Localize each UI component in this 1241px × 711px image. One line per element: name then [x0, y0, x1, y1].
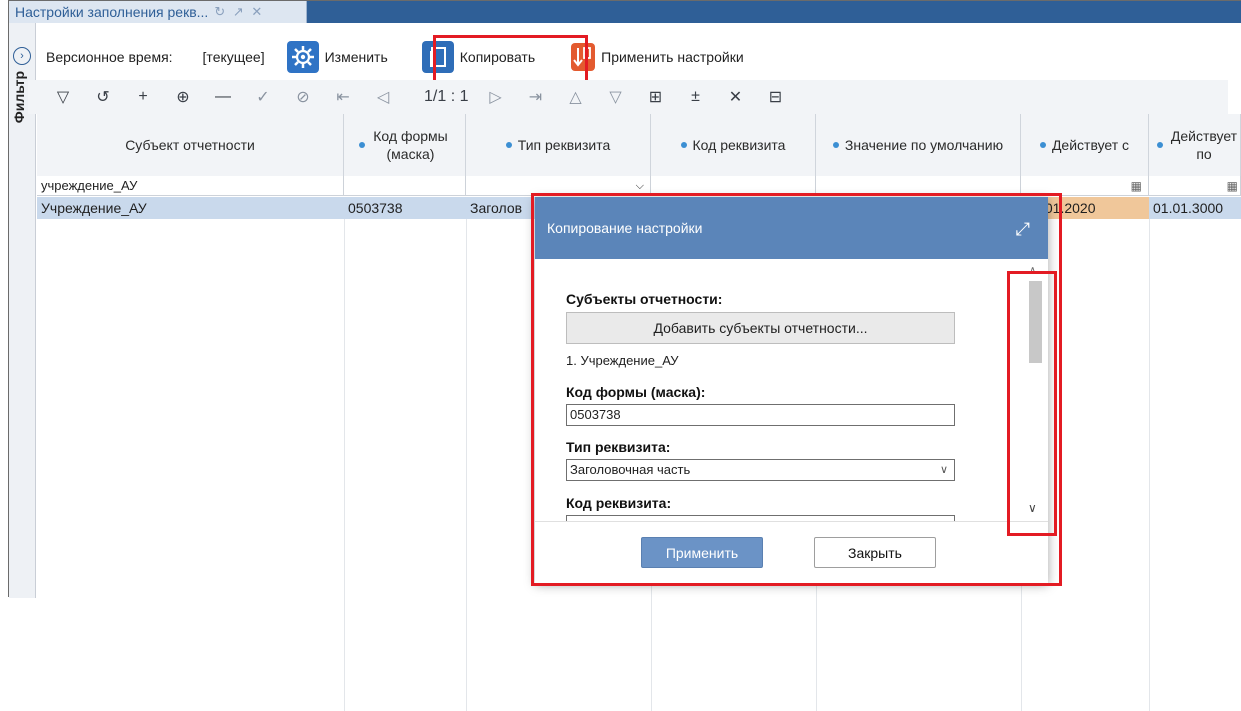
tab-bar: Настройки заполнения рекв... ↻ ↗ ✕: [9, 1, 1241, 23]
filter-default-input[interactable]: [816, 176, 1021, 196]
column-title: Действует по: [1170, 128, 1238, 162]
version-time-value[interactable]: [текущее]: [203, 49, 265, 65]
gear-icon: [286, 41, 319, 73]
column-title: Значение по умолчанию: [844, 137, 1004, 153]
pager-text: 1/1 : 1: [424, 88, 469, 105]
dialog-body: Субъекты отчетности: Добавить субъекты о…: [535, 259, 1048, 521]
cell-to: 01.01.3000: [1153, 200, 1224, 216]
apply-button[interactable]: Применить: [641, 537, 763, 568]
dialog-title: Копирование настройки: [547, 220, 703, 236]
scrollbar-highlight-box: [1007, 271, 1057, 536]
required-dot-icon: [832, 142, 839, 148]
column-header-type[interactable]: Тип реквизита: [466, 114, 651, 176]
form-code-label: Код формы (маска):: [566, 384, 706, 400]
column-title: Субъект отчетности: [125, 137, 255, 153]
remove-icon[interactable]: —: [210, 88, 236, 106]
column-divider: [1149, 219, 1150, 711]
main-toolbar: Версионное время: [текущее] Изменить Коп…: [28, 38, 1228, 76]
column-header-subject[interactable]: Субъект отчетности: [37, 114, 344, 176]
subjects-label: Субъекты отчетности:: [566, 291, 723, 307]
refresh-icon[interactable]: ↺: [90, 87, 116, 107]
apply-settings-button[interactable]: Применить настройки: [571, 43, 744, 71]
cell-from: .01.2020: [1037, 197, 1149, 219]
tab-actions-icon[interactable]: ↻ ↗ ✕: [214, 4, 264, 20]
filter-from-date[interactable]: ▦: [1021, 176, 1149, 196]
calendar-icon[interactable]: ▦: [1131, 176, 1142, 196]
cell-form-code: 0503738: [348, 200, 403, 216]
move-down-icon[interactable]: ▽: [602, 87, 628, 107]
required-dot-icon: [680, 142, 687, 148]
column-divider: [344, 219, 345, 711]
filter-icon[interactable]: ▽: [50, 87, 76, 107]
form-code-field[interactable]: 0503738: [566, 404, 955, 426]
column-title: Код формы (маска): [373, 128, 448, 162]
column-header-to[interactable]: Действует по: [1149, 114, 1241, 176]
filter-row: учреждение_АУ ⌵ ▦ ▦: [37, 176, 1241, 196]
close-button[interactable]: Закрыть: [814, 537, 936, 568]
filter-label[interactable]: Фильтр: [11, 71, 27, 123]
chevron-down-icon: ⌵: [635, 180, 644, 192]
required-dot-icon: [1039, 142, 1046, 148]
column-title: Тип реквизита: [517, 137, 611, 153]
column-divider: [466, 219, 467, 711]
column-header-form-code[interactable]: Код формы (маска): [344, 114, 466, 176]
prev-page-icon[interactable]: ◁: [370, 87, 396, 107]
version-time-label: Версионное время:: [46, 49, 173, 65]
add-subjects-button[interactable]: Добавить субъекты отчетности...: [566, 312, 955, 344]
filter-type-select[interactable]: ⌵: [466, 176, 651, 196]
filter-code-input[interactable]: [651, 176, 816, 196]
dialog-header: Копирование настройки ⤢: [535, 197, 1048, 259]
columns-icon[interactable]: ±: [682, 88, 708, 106]
apply-settings-label: Применить настройки: [601, 49, 744, 65]
dialog-footer: Применить Закрыть: [535, 521, 1048, 583]
move-up-icon[interactable]: △: [562, 87, 588, 107]
filter-form-code-input[interactable]: [344, 176, 466, 196]
export-icon[interactable]: ⊟: [762, 87, 788, 107]
required-dot-icon: [505, 142, 512, 148]
filter-subject-input[interactable]: учреждение_АУ: [37, 176, 344, 196]
column-title: Действует с: [1051, 137, 1130, 153]
subject-list-item: 1. Учреждение_АУ: [566, 353, 679, 368]
cancel-icon[interactable]: ⊘: [290, 87, 316, 107]
type-select-value: Заголовочная часть: [570, 462, 691, 477]
required-dot-icon: [358, 142, 365, 148]
edit-label: Изменить: [324, 49, 388, 65]
copy-settings-dialog: Копирование настройки ⤢ Субъекты отчетно…: [535, 197, 1048, 583]
column-header-default[interactable]: Значение по умолчанию: [816, 114, 1021, 176]
grid-view-icon[interactable]: ⊞: [642, 87, 668, 107]
chevron-down-icon: ∨: [939, 464, 948, 476]
column-header-code[interactable]: Код реквизита: [651, 114, 816, 176]
calendar-icon[interactable]: ▦: [1227, 176, 1238, 196]
edit-row-icon[interactable]: ⊕: [170, 87, 196, 107]
column-header-from[interactable]: Действует с: [1021, 114, 1149, 176]
edit-button[interactable]: Изменить: [286, 41, 388, 73]
type-select[interactable]: Заголовочная часть ∨: [566, 459, 955, 481]
last-page-icon[interactable]: ⇥: [522, 87, 548, 107]
add-icon[interactable]: +: [130, 88, 156, 106]
cell-subject: Учреждение_АУ: [41, 200, 147, 216]
column-title: Код реквизита: [692, 137, 786, 153]
tab-settings[interactable]: Настройки заполнения рекв... ↻ ↗ ✕: [9, 1, 307, 23]
tab-title: Настройки заполнения рекв...: [15, 4, 209, 20]
filter-to-date[interactable]: ▦: [1149, 176, 1241, 196]
type-label: Тип реквизита:: [566, 439, 671, 455]
required-dot-icon: [1157, 142, 1163, 148]
grid-toolbar: ▽ ↺ + ⊕ — ✓ ⊘ ⇤ ◁ 1/1 : 1 ▷ ⇥ △ ▽ ⊞ ± ✕ …: [28, 80, 1228, 114]
first-page-icon[interactable]: ⇤: [330, 87, 356, 107]
expand-icon[interactable]: ⤢: [1016, 219, 1030, 240]
check-icon[interactable]: ✓: [250, 87, 276, 107]
next-page-icon[interactable]: ▷: [482, 87, 508, 107]
clear-icon[interactable]: ✕: [722, 87, 748, 107]
code-label: Код реквизита:: [566, 495, 672, 511]
